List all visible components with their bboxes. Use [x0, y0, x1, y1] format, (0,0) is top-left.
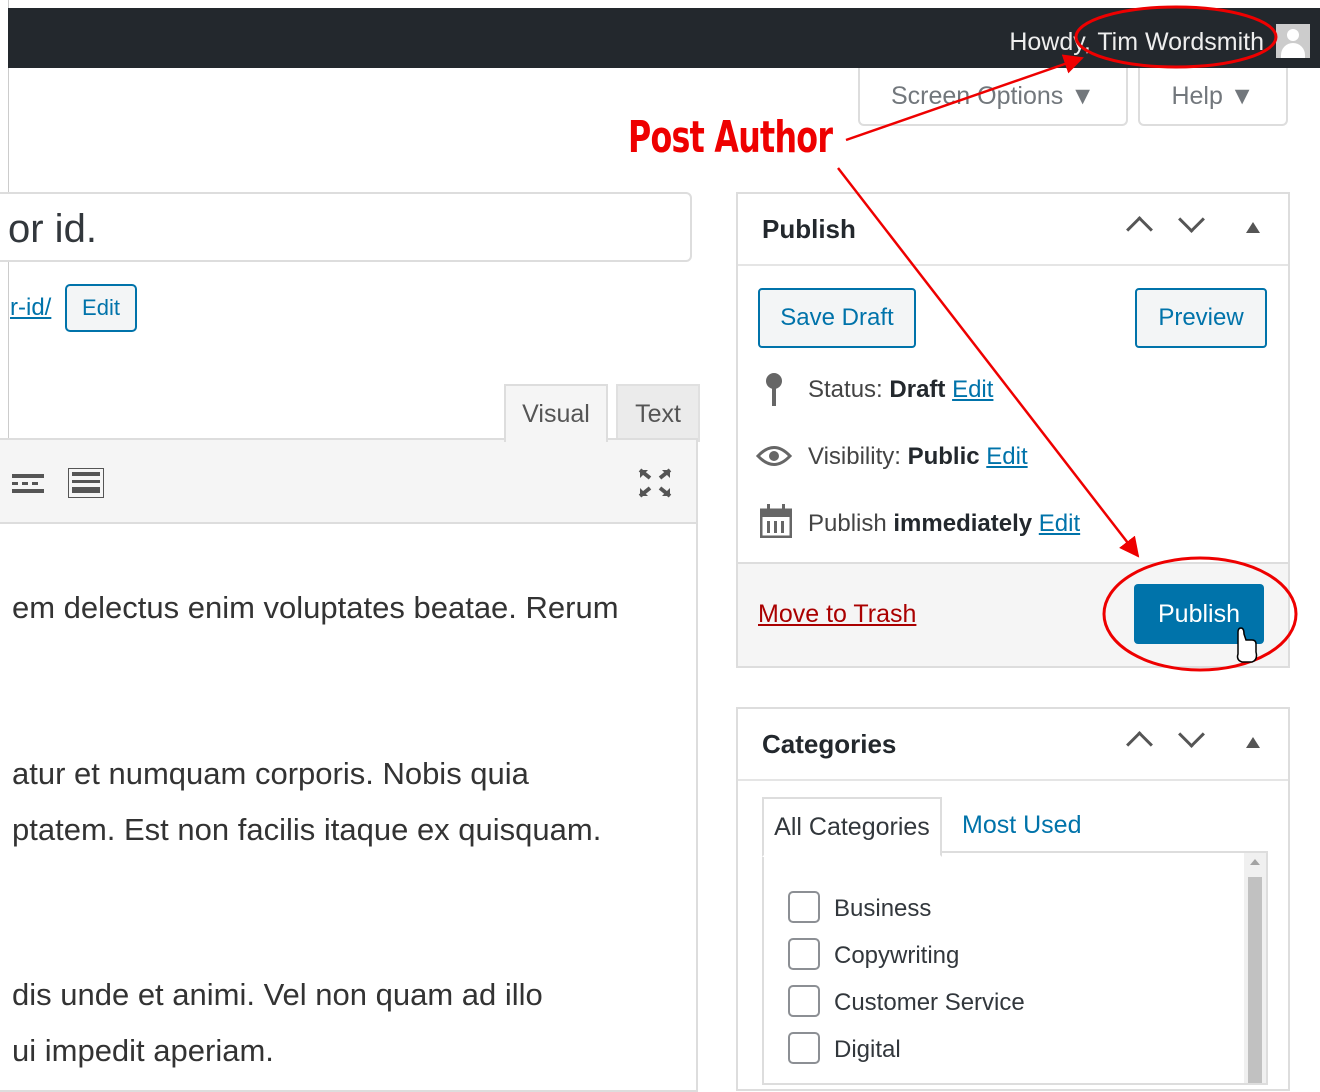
category-checkbox[interactable] — [788, 891, 820, 923]
avatar[interactable] — [1276, 24, 1310, 58]
help-button[interactable]: Help ▼ — [1138, 68, 1288, 126]
publish-actions: Move to Trash Publish — [738, 562, 1288, 666]
move-up-icon[interactable] — [1126, 216, 1153, 243]
post-author-annotation: Post Author — [628, 112, 833, 163]
categories-box: Categories All Categories Most Used Busi… — [736, 707, 1290, 1091]
tab-all-categories[interactable]: All Categories — [762, 797, 942, 857]
content-line: ui impedit aperiam. — [12, 1033, 274, 1068]
categories-box-header: Categories — [738, 709, 1288, 781]
move-down-icon[interactable] — [1178, 721, 1205, 748]
move-to-trash-link[interactable]: Move to Trash — [758, 600, 916, 629]
content-line: ptatem. Est non facilis itaque ex quisqu… — [12, 812, 602, 847]
publish-box: Publish Save Draft Preview Status: Draft… — [736, 192, 1290, 668]
move-down-icon[interactable] — [1178, 206, 1205, 233]
content-line: em delectus enim voluptates beatae. Reru… — [12, 590, 619, 625]
tab-text[interactable]: Text — [616, 384, 700, 442]
tab-most-used[interactable]: Most Used — [962, 797, 1081, 853]
visibility-text: Visibility: Public Edit — [808, 443, 1028, 470]
status-text: Status: Draft Edit — [808, 376, 994, 403]
publish-box-title: Publish — [762, 214, 856, 244]
categories-box-title: Categories — [762, 729, 897, 759]
calendar-icon — [760, 504, 792, 538]
fullscreen-icon[interactable] — [638, 468, 672, 498]
category-checkbox[interactable] — [788, 985, 820, 1017]
editor[interactable]: em delectus enim voluptates beatae. Reru… — [0, 438, 698, 1092]
content-line: dis unde et animi. Vel non quam ad illo — [12, 977, 543, 1012]
category-checkbox[interactable] — [788, 1032, 820, 1064]
eye-icon — [756, 446, 792, 466]
publish-button[interactable]: Publish — [1134, 584, 1264, 644]
admin-bar: Howdy, Tim Wordsmith — [8, 8, 1320, 68]
editor-toolbar — [0, 440, 696, 524]
category-checkbox[interactable] — [788, 938, 820, 970]
status-edit-link[interactable]: Edit — [952, 376, 993, 403]
preview-button[interactable]: Preview — [1135, 288, 1267, 348]
permalink-link[interactable]: r-id/ — [10, 294, 51, 322]
toolbar-toggle-icon[interactable] — [68, 468, 104, 498]
screen-options-button[interactable]: Screen Options ▼ — [858, 68, 1128, 126]
save-draft-button[interactable]: Save Draft — [758, 288, 916, 348]
publish-box-header: Publish — [738, 194, 1288, 266]
pin-icon — [766, 373, 782, 406]
content-line: atur et numquam corporis. Nobis quia — [12, 756, 529, 791]
checklist-scrollbar[interactable] — [1244, 853, 1266, 1083]
read-more-icon[interactable] — [12, 474, 44, 494]
publish-time-text: Publish immediately Edit — [808, 510, 1081, 537]
collapse-toggle-icon[interactable] — [1246, 222, 1260, 233]
howdy-greeting[interactable]: Howdy, Tim Wordsmith — [1009, 28, 1264, 57]
category-checklist: Business Copywriting Customer Service Di… — [762, 851, 1268, 1085]
move-up-icon[interactable] — [1126, 731, 1153, 758]
post-title-input[interactable]: or id. — [0, 192, 692, 262]
publish-time-edit-link[interactable]: Edit — [1039, 510, 1080, 537]
permalink-edit-button[interactable]: Edit — [65, 284, 137, 332]
tab-visual[interactable]: Visual — [504, 384, 608, 442]
visibility-edit-link[interactable]: Edit — [986, 443, 1027, 470]
collapse-toggle-icon[interactable] — [1246, 737, 1260, 748]
